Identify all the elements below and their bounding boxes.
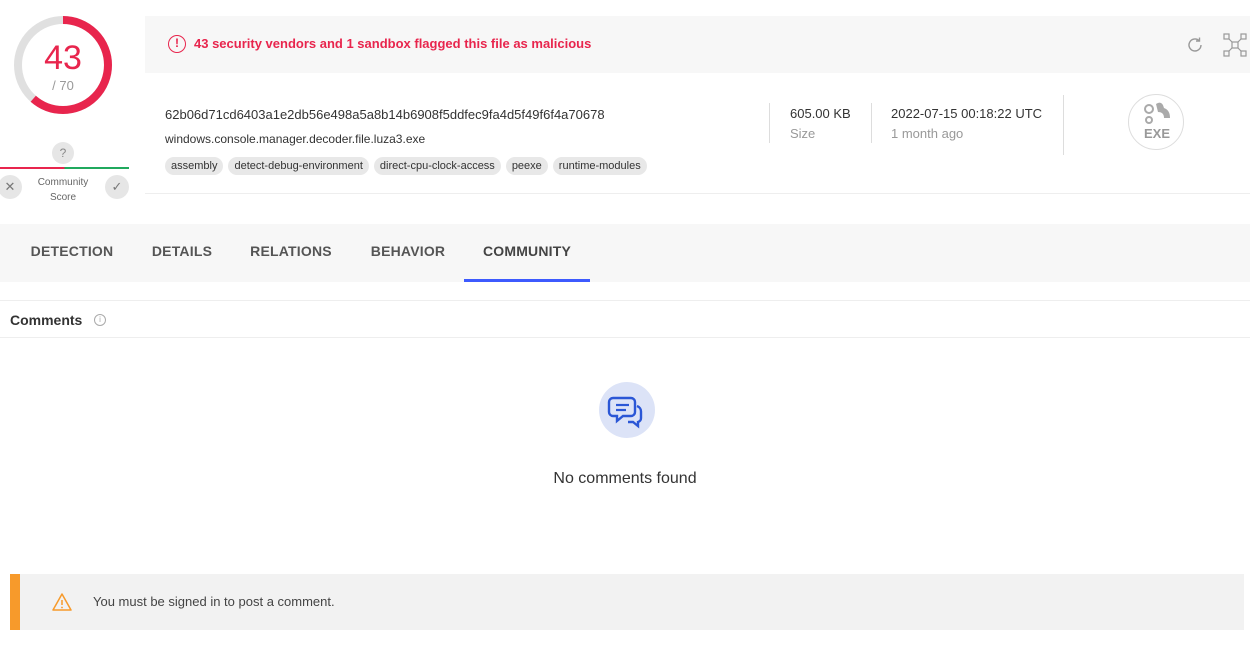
file-size-label: Size — [790, 126, 816, 141]
community-score-bar — [0, 167, 129, 169]
vote-harmful-icon[interactable]: ✕ — [0, 175, 22, 199]
last-analysis-date: 2022-07-15 00:18:22 UTC — [891, 106, 1043, 121]
tab-community[interactable]: COMMUNITY — [464, 224, 590, 282]
community-score-question-icon: ? — [52, 142, 74, 164]
file-info-panel: 62b06d71cd6403a1e2db56e498a5a8b14b6908f5… — [145, 73, 1250, 194]
alert-bar: ! 43 security vendors and 1 sandbox flag… — [145, 16, 1250, 73]
file-type-icon: EXE — [1128, 94, 1184, 150]
tab-behavior[interactable]: BEHAVIOR — [358, 224, 458, 282]
comments-bubble-icon — [599, 382, 655, 438]
comments-header: Comments i — [0, 300, 1250, 338]
file-tag[interactable]: runtime-modules — [552, 157, 647, 175]
tab-relations[interactable]: RELATIONS — [241, 224, 341, 282]
alert-icon: ! — [168, 35, 186, 53]
signin-warning-bar: You must be signed in to post a comment. — [10, 574, 1244, 630]
detection-total: / 70 — [52, 78, 74, 93]
comments-title: Comments — [10, 312, 83, 328]
detection-count: 43 — [44, 39, 82, 77]
divider — [1063, 95, 1064, 155]
tab-details[interactable]: DETAILS — [142, 224, 222, 282]
no-comments-text: No comments found — [553, 470, 697, 487]
gears-icon — [1144, 102, 1170, 124]
file-tag[interactable]: assembly — [165, 157, 224, 175]
alert-text: 43 security vendors and 1 sandbox flagge… — [194, 36, 592, 51]
file-type-label: EXE — [1143, 126, 1170, 141]
file-tags: assembly detect-debug-environment direct… — [165, 157, 647, 175]
vote-harmless-icon[interactable]: ✓ — [105, 175, 129, 199]
tab-detection[interactable]: DETECTION — [12, 224, 132, 282]
reanalyze-icon[interactable] — [1185, 35, 1205, 55]
warning-icon — [52, 593, 72, 611]
graph-icon[interactable] — [1223, 33, 1247, 57]
signin-warning-text: You must be signed in to post a comment. — [93, 594, 335, 609]
file-name: windows.console.manager.decoder.file.luz… — [165, 132, 426, 146]
file-tag[interactable]: peexe — [505, 157, 548, 175]
last-analysis-relative: 1 month ago — [891, 126, 964, 141]
file-size-value: 605.00 KB — [790, 106, 851, 121]
divider — [769, 103, 770, 143]
community-score-label-line1: Community — [37, 177, 89, 188]
tab-bar: DETECTION DETAILS RELATIONS BEHAVIOR COM… — [0, 224, 1250, 282]
file-hash[interactable]: 62b06d71cd6403a1e2db56e498a5a8b14b6908f5… — [165, 107, 605, 122]
community-score-label: Community Score — [28, 175, 98, 205]
file-tag[interactable]: detect-debug-environment — [228, 157, 369, 175]
community-score-label-line2: Score — [49, 192, 77, 203]
info-icon[interactable]: i — [94, 314, 106, 326]
detection-score-panel: 43 / 70 ? ✕ Community Score ✓ — [0, 0, 130, 210]
file-tag[interactable]: direct-cpu-clock-access — [373, 157, 501, 175]
divider — [871, 103, 872, 143]
